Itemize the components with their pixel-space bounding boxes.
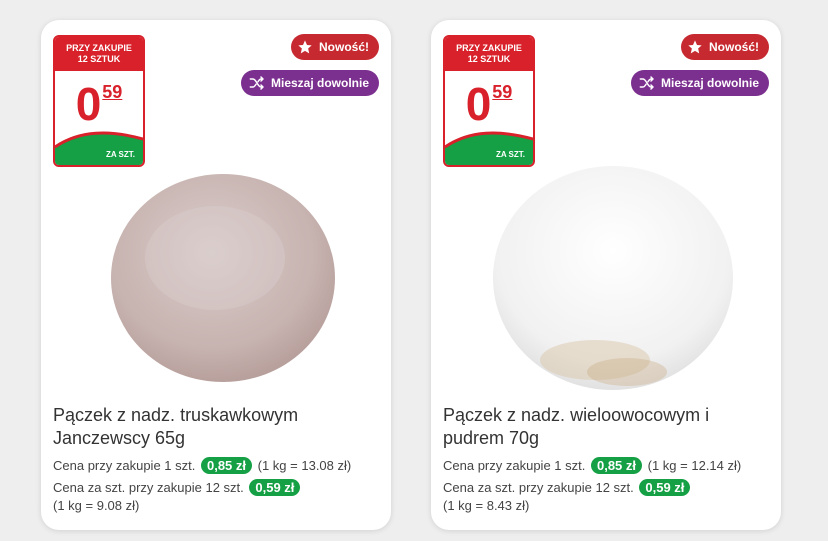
product-card[interactable]: PRZY ZAKUPIE 12 SZTUK 0 59 ZA SZT. Nowoś… bbox=[41, 20, 391, 530]
single-price-row: Cena przy zakupie 1 szt. 0,85 zł (1 kg =… bbox=[53, 457, 351, 474]
bulk-price-row: Cena za szt. przy zakupie 12 szt. 0,59 z… bbox=[443, 479, 692, 496]
star-icon bbox=[688, 40, 702, 54]
badge-price-dec: 59 bbox=[102, 82, 123, 102]
badge-wave bbox=[55, 131, 143, 165]
badge-header: PRZY ZAKUPIE 12 SZTUK bbox=[55, 37, 143, 71]
badge-line2: 12 SZTUK bbox=[467, 54, 511, 64]
star-icon bbox=[298, 40, 312, 54]
badge-unit: ZA SZT. bbox=[105, 150, 135, 159]
shuffle-icon bbox=[639, 76, 654, 90]
single-price-label: Cena przy zakupie 1 szt. bbox=[53, 458, 196, 473]
product-title-line1: Pączek z nadz. truskawkowym bbox=[53, 405, 299, 425]
product-title-line1: Pączek z nadz. wieloowocowym i bbox=[443, 405, 710, 425]
new-chip: Nowość! bbox=[290, 34, 379, 60]
product-title[interactable]: Pączek z nadz. wieloowocowym i pudrem 70… bbox=[443, 404, 763, 450]
product-title-line2: Janczewscy 65g bbox=[53, 428, 186, 448]
badge-header: PRZY ZAKUPIE 12 SZTUK bbox=[445, 37, 533, 71]
mix-chip[interactable]: Mieszaj dowolnie bbox=[630, 70, 769, 96]
product-title-line2: pudrem 70g bbox=[443, 428, 540, 448]
new-chip-label: Nowość! bbox=[708, 40, 759, 54]
product-card[interactable]: PRZY ZAKUPIE 12 SZTUK 0 59 ZA SZT. Nowoś… bbox=[431, 20, 781, 530]
mix-chip[interactable]: Mieszaj dowolnie bbox=[240, 70, 379, 96]
badge-price-dec: 59 bbox=[492, 82, 513, 102]
mix-chip-label: Mieszaj dowolnie bbox=[270, 76, 369, 90]
single-price-row: Cena przy zakupie 1 szt. 0,85 zł (1 kg =… bbox=[443, 457, 741, 474]
product-image[interactable] bbox=[107, 160, 339, 392]
bulk-price-row: Cena za szt. przy zakupie 12 szt. 0,59 z… bbox=[53, 479, 302, 496]
new-chip-label: Nowość! bbox=[318, 40, 369, 54]
bulk-price-label: Cena za szt. przy zakupie 12 szt. bbox=[443, 480, 634, 495]
shuffle-icon bbox=[249, 76, 264, 90]
badge-line2: 12 SZTUK bbox=[77, 54, 121, 64]
product-image[interactable] bbox=[487, 160, 737, 400]
badge-line1: PRZY ZAKUPIE bbox=[456, 43, 522, 53]
mix-chip-label: Mieszaj dowolnie bbox=[660, 76, 759, 90]
single-price-pill: 0,85 zł bbox=[590, 457, 643, 474]
single-price-label: Cena przy zakupie 1 szt. bbox=[443, 458, 586, 473]
badge-line1: PRZY ZAKUPIE bbox=[66, 43, 132, 53]
price-badge: PRZY ZAKUPIE 12 SZTUK 0 59 ZA SZT. bbox=[443, 35, 535, 167]
badge-price: 0 59 bbox=[55, 81, 143, 131]
badge-price-int: 0 bbox=[465, 78, 492, 130]
single-price-per-kg: (1 kg = 12.14 zł) bbox=[647, 458, 742, 473]
bulk-price-pill: 0,59 zł bbox=[249, 479, 301, 496]
single-price-pill: 0,85 zł bbox=[200, 457, 253, 474]
bulk-price-per-kg: (1 kg = 8.43 zł) bbox=[443, 498, 530, 513]
badge-unit: ZA SZT. bbox=[495, 150, 525, 159]
new-chip: Nowość! bbox=[680, 34, 769, 60]
single-price-per-kg: (1 kg = 13.08 zł) bbox=[257, 458, 352, 473]
badge-price-int: 0 bbox=[75, 78, 102, 130]
bulk-price-per-kg: (1 kg = 9.08 zł) bbox=[53, 498, 140, 513]
badge-price: 0 59 bbox=[445, 81, 533, 131]
bulk-price-pill: 0,59 zł bbox=[639, 479, 691, 496]
product-title[interactable]: Pączek z nadz. truskawkowym Janczewscy 6… bbox=[53, 404, 373, 450]
badge-wave bbox=[445, 131, 533, 165]
price-badge: PRZY ZAKUPIE 12 SZTUK 0 59 ZA SZT. bbox=[53, 35, 145, 167]
bulk-price-label: Cena za szt. przy zakupie 12 szt. bbox=[53, 480, 244, 495]
